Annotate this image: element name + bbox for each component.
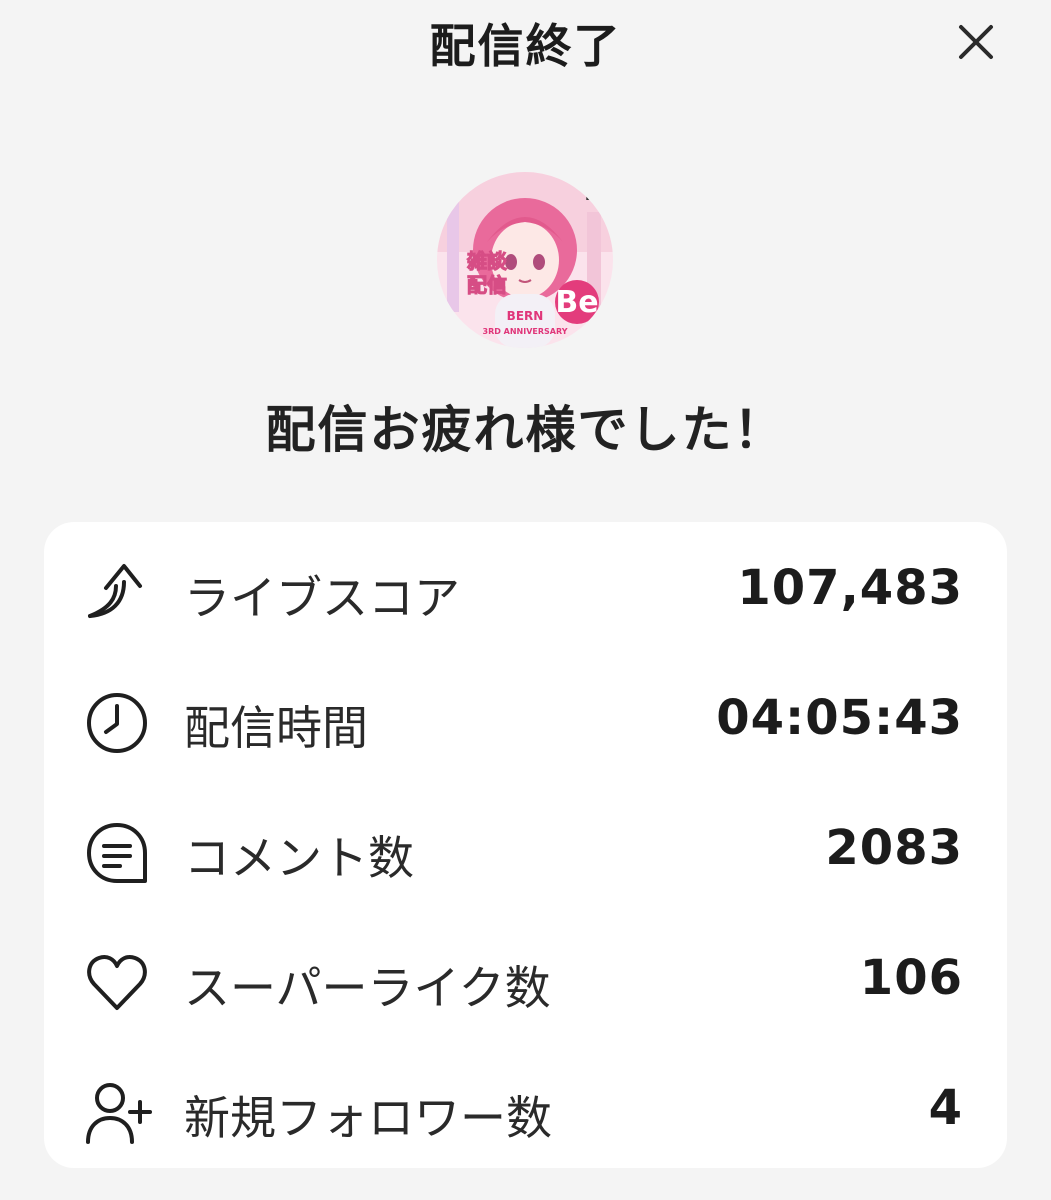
svg-text:Be: Be (555, 285, 598, 320)
heart-icon (87, 955, 147, 1010)
stat-row-super-like-count: スーパーライク数 106 (44, 930, 1007, 1030)
svg-text:Be: Be (585, 188, 605, 204)
stat-row-new-followers: 新規フォロワー数 4 (44, 1060, 1007, 1160)
close-button[interactable] (952, 18, 1000, 66)
add-user-icon (86, 1083, 152, 1144)
svg-text:配信: 配信 (467, 273, 507, 297)
stat-label: コメント数 (184, 831, 414, 885)
svg-text:雑談: 雑談 (466, 249, 508, 273)
stat-row-live-score: ライブスコア 107,483 (44, 540, 1007, 640)
stat-value: 107,483 (737, 560, 963, 616)
stat-label: ライブスコア (184, 571, 460, 625)
svg-text:BERN: BERN (507, 309, 544, 323)
stat-value: 2083 (825, 820, 963, 876)
stat-value: 4 (928, 1080, 963, 1136)
stat-value: 106 (859, 950, 963, 1006)
stat-label: 新規フォロワー数 (184, 1091, 552, 1145)
comment-icon (87, 823, 147, 883)
stat-label: スーパーライク数 (184, 961, 551, 1015)
close-icon (959, 25, 993, 59)
stat-row-comment-count: コメント数 2083 (44, 800, 1007, 900)
clock-icon (87, 693, 147, 753)
header: 配信終了 (0, 0, 1051, 90)
svg-text:3RD ANNIVERSARY: 3RD ANNIVERSARY (483, 327, 568, 336)
stream-thumbnail-avatar: Be 雑談 配信 BERN 3RD ANNIVERSARY Be (437, 172, 613, 348)
completion-message: 配信お疲れ様でした！ (265, 401, 786, 459)
stat-value: 04:05:43 (716, 690, 963, 746)
trend-up-arrow-icon (88, 564, 142, 618)
stat-row-stream-time: 配信時間 04:05:43 (44, 670, 1007, 770)
stats-card: ライブスコア 107,483 配信時間 04:05:43 コメント数 2083 … (44, 522, 1007, 1168)
page-title: 配信終了 (429, 19, 622, 73)
stat-label: 配信時間 (184, 701, 368, 755)
